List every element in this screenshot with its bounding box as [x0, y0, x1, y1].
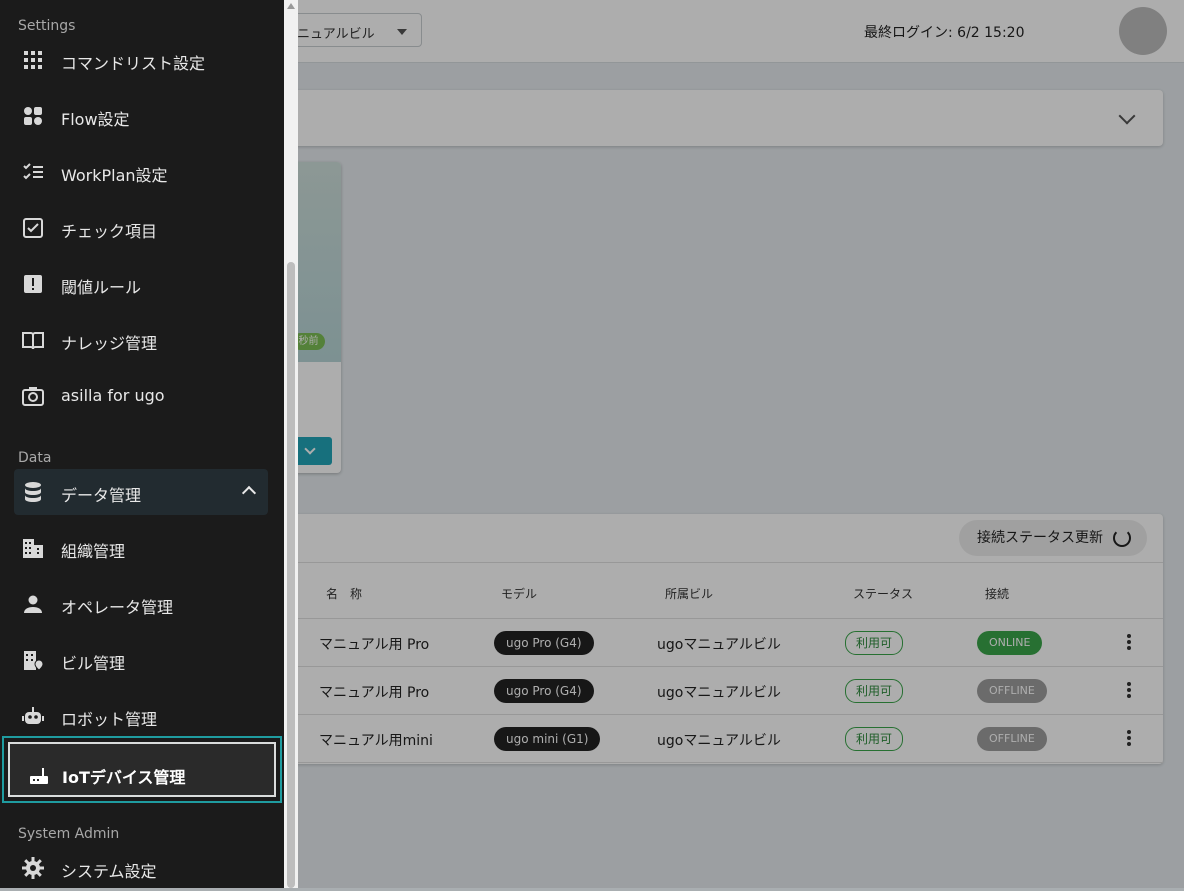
nav-item-label: ビル管理 [61, 654, 126, 673]
nav-item-label: コマンドリスト設定 [61, 54, 206, 73]
building-icon [23, 539, 43, 558]
nav-item-label: ロボット管理 [61, 710, 158, 729]
database-icon [25, 482, 41, 502]
nav-item-iot-devices[interactable]: IoTデバイス管理 [2, 736, 282, 803]
nav-group-data-management[interactable]: データ管理 [14, 469, 268, 515]
checkbox-icon [23, 218, 43, 238]
nav-item-label: 閾値ルール [61, 278, 142, 297]
navigation-drawer: Settings コマンドリスト設定 Flow設定 WorkPlan設定 チェッ… [0, 0, 284, 888]
flow-icon [24, 107, 42, 125]
nav-group-label: データ管理 [61, 486, 142, 505]
nav-item-asilla[interactable]: asilla for ugo [14, 373, 268, 419]
nav-item-label: オペレータ管理 [61, 598, 174, 617]
nav-item-label: asilla for ugo [61, 386, 165, 405]
gear-icon [22, 857, 44, 879]
checklist-icon [23, 163, 43, 180]
nav-item-check-items[interactable]: チェック項目 [14, 205, 268, 251]
alert-icon [24, 275, 42, 293]
nav-item-workplan[interactable]: WorkPlan設定 [14, 149, 268, 195]
nav-item-label: チェック項目 [61, 222, 158, 241]
robot-icon [22, 707, 44, 724]
nav-item-system-settings[interactable]: システム設定 [14, 845, 268, 891]
nav-item-label: 組織管理 [61, 542, 126, 561]
camera-icon [22, 387, 44, 406]
building-location-icon [24, 651, 44, 671]
nav-item-knowledge[interactable]: ナレッジ管理 [14, 317, 268, 363]
section-data: Data [18, 450, 52, 466]
nav-item-command-list[interactable]: コマンドリスト設定 [14, 37, 268, 83]
nav-item-label: システム設定 [61, 862, 157, 881]
nav-item-organization[interactable]: 組織管理 [14, 525, 268, 571]
nav-item-label: Flow設定 [61, 110, 130, 129]
section-system-admin: System Admin [18, 826, 120, 842]
nav-item-label: ナレッジ管理 [61, 334, 158, 353]
chevron-up-icon [241, 485, 257, 501]
nav-item-robots[interactable]: ロボット管理 [14, 693, 268, 739]
section-settings: Settings [18, 18, 76, 34]
nav-item-label: IoTデバイス管理 [62, 768, 186, 787]
scroll-up-arrow-icon[interactable] [287, 3, 295, 9]
book-icon [22, 332, 44, 350]
nav-item-flow[interactable]: Flow設定 [14, 93, 268, 139]
nav-item-threshold-rules[interactable]: 閾値ルール [14, 261, 268, 307]
drawer-scrollbar-thumb[interactable] [287, 262, 295, 888]
nav-item-buildings[interactable]: ビル管理 [14, 637, 268, 683]
grid-icon [24, 51, 42, 69]
nav-item-label: WorkPlan設定 [61, 166, 168, 185]
nav-item-operators[interactable]: オペレータ管理 [14, 581, 268, 627]
person-icon [24, 595, 42, 613]
router-icon [30, 768, 48, 784]
